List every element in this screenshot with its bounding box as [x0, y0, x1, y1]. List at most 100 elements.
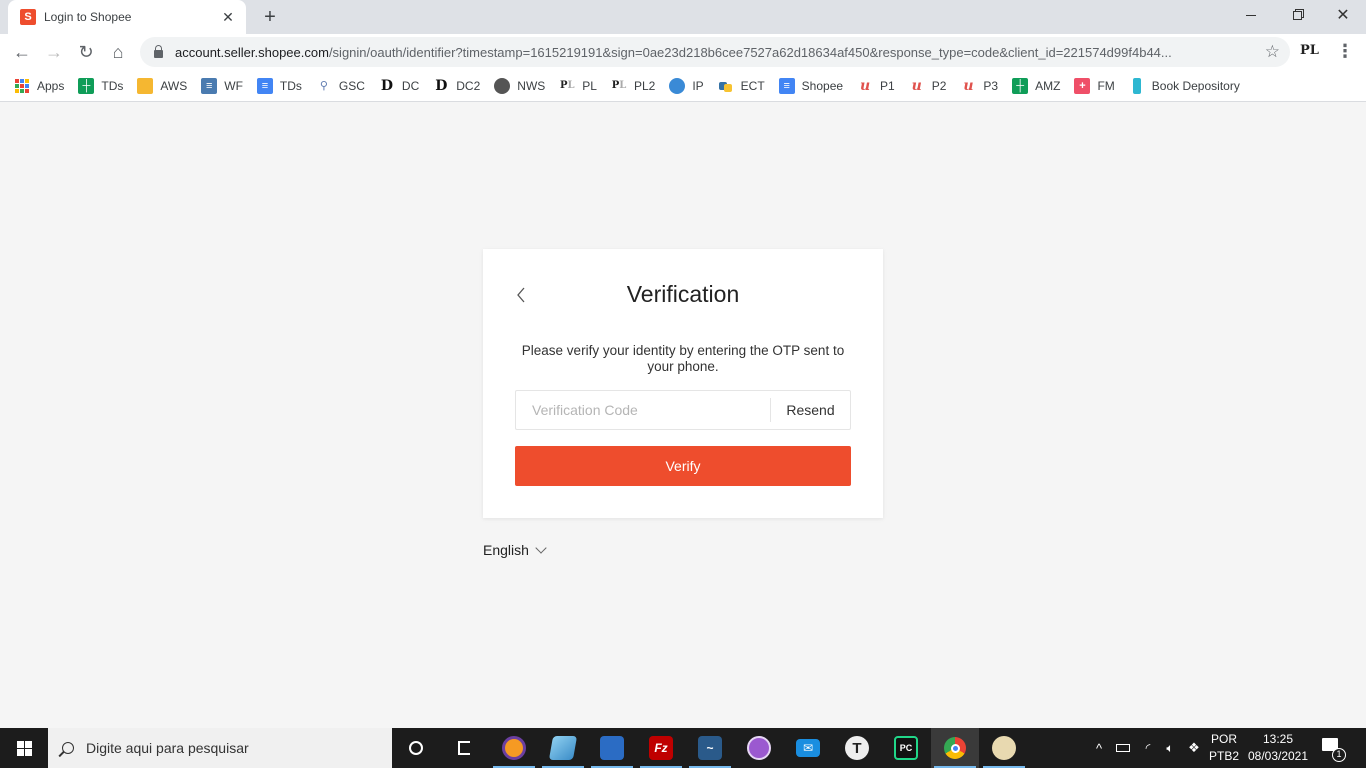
- resend-button[interactable]: Resend: [770, 398, 850, 422]
- address-bar[interactable]: account.seller.shopee.com/signin/oauth/i…: [140, 37, 1290, 67]
- action-center-button[interactable]: 1: [1322, 738, 1346, 762]
- bookmark-p3[interactable]: u P3: [960, 78, 998, 94]
- reload-button[interactable]: ↻: [74, 40, 98, 64]
- browser-tab-active[interactable]: S Login to Shopee ✕: [8, 0, 246, 34]
- arrow-left-icon: ←: [13, 41, 31, 62]
- bookmark-tds[interactable]: ┼ TDs: [78, 77, 123, 94]
- taskbar-paint-button[interactable]: [980, 728, 1028, 768]
- bookmarks-bar: Apps ┼ TDs AWS ≡ WF ≡ TDs ⚲ GSC D DC D DC2 NWS PL PL PL PL…: [0, 70, 1366, 102]
- taskbar-search-box[interactable]: Digite aqui para pesquisar: [48, 728, 392, 768]
- d-letter-icon: D: [435, 77, 448, 94]
- taskbar-github-desktop-button[interactable]: [735, 728, 783, 768]
- bookmark-label: Book Depository: [1151, 78, 1240, 93]
- search-icon: [62, 742, 74, 754]
- google-sheets-icon: ┼: [1012, 77, 1029, 94]
- mail-icon: ✉: [796, 739, 820, 757]
- show-hidden-icons-button[interactable]: ^: [1090, 728, 1108, 768]
- back-button[interactable]: ←: [10, 40, 34, 64]
- input-language-indicator[interactable]: POR PTB2: [1206, 731, 1242, 765]
- bookmark-apps[interactable]: Apps: [14, 78, 64, 94]
- volume-tray-button[interactable]: 🔈︎: [1160, 728, 1180, 768]
- taskbar-vpn-shield-button[interactable]: [490, 728, 538, 768]
- bookmark-nws[interactable]: NWS: [494, 77, 546, 94]
- bookmark-aws[interactable]: AWS: [137, 77, 188, 94]
- remote-desktop-icon: [600, 736, 624, 760]
- close-tab-icon[interactable]: ✕: [220, 9, 236, 26]
- tab-title: Login to Shopee: [44, 10, 132, 24]
- dropbox-tray-button[interactable]: ❖: [1184, 728, 1204, 768]
- url-host: account.seller.shopee.com: [175, 44, 329, 60]
- forward-button[interactable]: →: [42, 40, 66, 64]
- verification-code-input[interactable]: [516, 391, 770, 429]
- browser-menu-button[interactable]: ⋮: [1336, 41, 1354, 62]
- bookmark-shopee[interactable]: ≡ Shopee: [778, 77, 843, 94]
- bookmark-label: P1: [880, 78, 895, 93]
- new-tab-button[interactable]: +: [259, 6, 281, 28]
- power-tray-button[interactable]: [1112, 728, 1134, 768]
- taskbar-chrome-button[interactable]: [931, 728, 979, 768]
- bookmark-p2[interactable]: u P2: [909, 78, 947, 94]
- bookmark-ect[interactable]: ECT: [718, 78, 765, 94]
- pl-icon: PL: [560, 80, 575, 91]
- taskbar-mysql-workbench-button[interactable]: ~: [686, 728, 734, 768]
- taskbar-remote-desktop-button[interactable]: [588, 728, 636, 768]
- taskbar-cortana-button[interactable]: [392, 728, 440, 768]
- browser-titlebar: S Login to Shopee ✕ + ✕: [0, 0, 1366, 34]
- github-cat-icon: [747, 736, 771, 760]
- filezilla-icon: Fz: [649, 736, 673, 760]
- bookmark-dc2[interactable]: D DC2: [433, 78, 480, 94]
- home-button[interactable]: ⌂: [106, 40, 130, 64]
- bookmark-label: DC2: [456, 78, 481, 93]
- bookmark-ip[interactable]: IP: [669, 77, 704, 94]
- t-circle-icon: T: [845, 736, 869, 760]
- plus-cross-icon: +: [1074, 77, 1091, 94]
- taskbar-typora-button[interactable]: T: [833, 728, 881, 768]
- shopee-bag-icon: S: [20, 9, 36, 25]
- taskbar-notepad-button[interactable]: [539, 728, 587, 768]
- browser-toolbar: ← → ↻ ⌂ account.seller.shopee.com/signin…: [0, 34, 1366, 70]
- taskbar-search-placeholder: Digite aqui para pesquisar: [86, 740, 249, 756]
- bookmark-pl[interactable]: PL PL: [559, 78, 597, 94]
- bookmark-amz[interactable]: ┼ AMZ: [1012, 77, 1060, 94]
- language-selector[interactable]: English: [483, 542, 547, 558]
- bookmark-star-icon[interactable]: ☆: [1265, 42, 1280, 62]
- paint-palette-icon: [992, 736, 1016, 760]
- bookmark-fm[interactable]: + FM: [1074, 77, 1115, 94]
- restore-button[interactable]: [1274, 0, 1320, 30]
- extension-pl-icon: PL: [1300, 43, 1319, 58]
- python-icon: [718, 78, 734, 94]
- verify-button[interactable]: Verify: [515, 446, 851, 486]
- network-tray-button[interactable]: ◜: [1138, 728, 1158, 768]
- bookmark-gsc[interactable]: ⚲ GSC: [316, 78, 365, 94]
- verification-description: Please verify your identity by entering …: [521, 343, 845, 374]
- taskbar-filezilla-button[interactable]: Fz: [637, 728, 685, 768]
- bookmark-tds[interactable]: ≡ TDs: [256, 77, 302, 94]
- taskbar-clock[interactable]: 13:25 08/03/2021: [1240, 731, 1316, 765]
- bookmark-p1[interactable]: u P1: [857, 78, 895, 94]
- bookmark-wf[interactable]: ≡ WF: [201, 77, 243, 94]
- taskbar-mail-button[interactable]: ✉: [784, 728, 832, 768]
- task-view-icon: [458, 741, 470, 755]
- close-window-button[interactable]: ✕: [1320, 0, 1366, 30]
- globe-icon: [494, 77, 511, 94]
- extension-pl-button[interactable]: PL: [1300, 43, 1319, 58]
- bookmark-label: NWS: [517, 78, 546, 93]
- bookmark-label: DC: [401, 78, 420, 93]
- url-text[interactable]: account.seller.shopee.com/signin/oauth/i…: [175, 45, 1255, 60]
- chevron-down-icon: [535, 542, 547, 554]
- bookmark-label: AWS: [160, 78, 188, 93]
- minimize-icon: [1246, 14, 1256, 16]
- taskbar-pycharm-button[interactable]: PC: [882, 728, 930, 768]
- bookmark-book-depository[interactable]: Book Depository: [1129, 77, 1240, 94]
- bookmark-label: PL: [582, 78, 597, 93]
- bookmark-pl2[interactable]: PL PL2: [611, 78, 656, 94]
- aws-box-icon: [137, 77, 154, 94]
- minimize-button[interactable]: [1228, 0, 1274, 30]
- start-button[interactable]: [0, 728, 48, 768]
- taskbar-task-view-button[interactable]: [440, 728, 488, 768]
- forms-icon: ≡: [201, 77, 218, 94]
- pl-icon: PL: [611, 80, 627, 91]
- bookmark-dc[interactable]: D DC: [379, 78, 419, 94]
- lock-icon: [154, 45, 163, 58]
- clock-time: 13:25: [1262, 732, 1294, 746]
